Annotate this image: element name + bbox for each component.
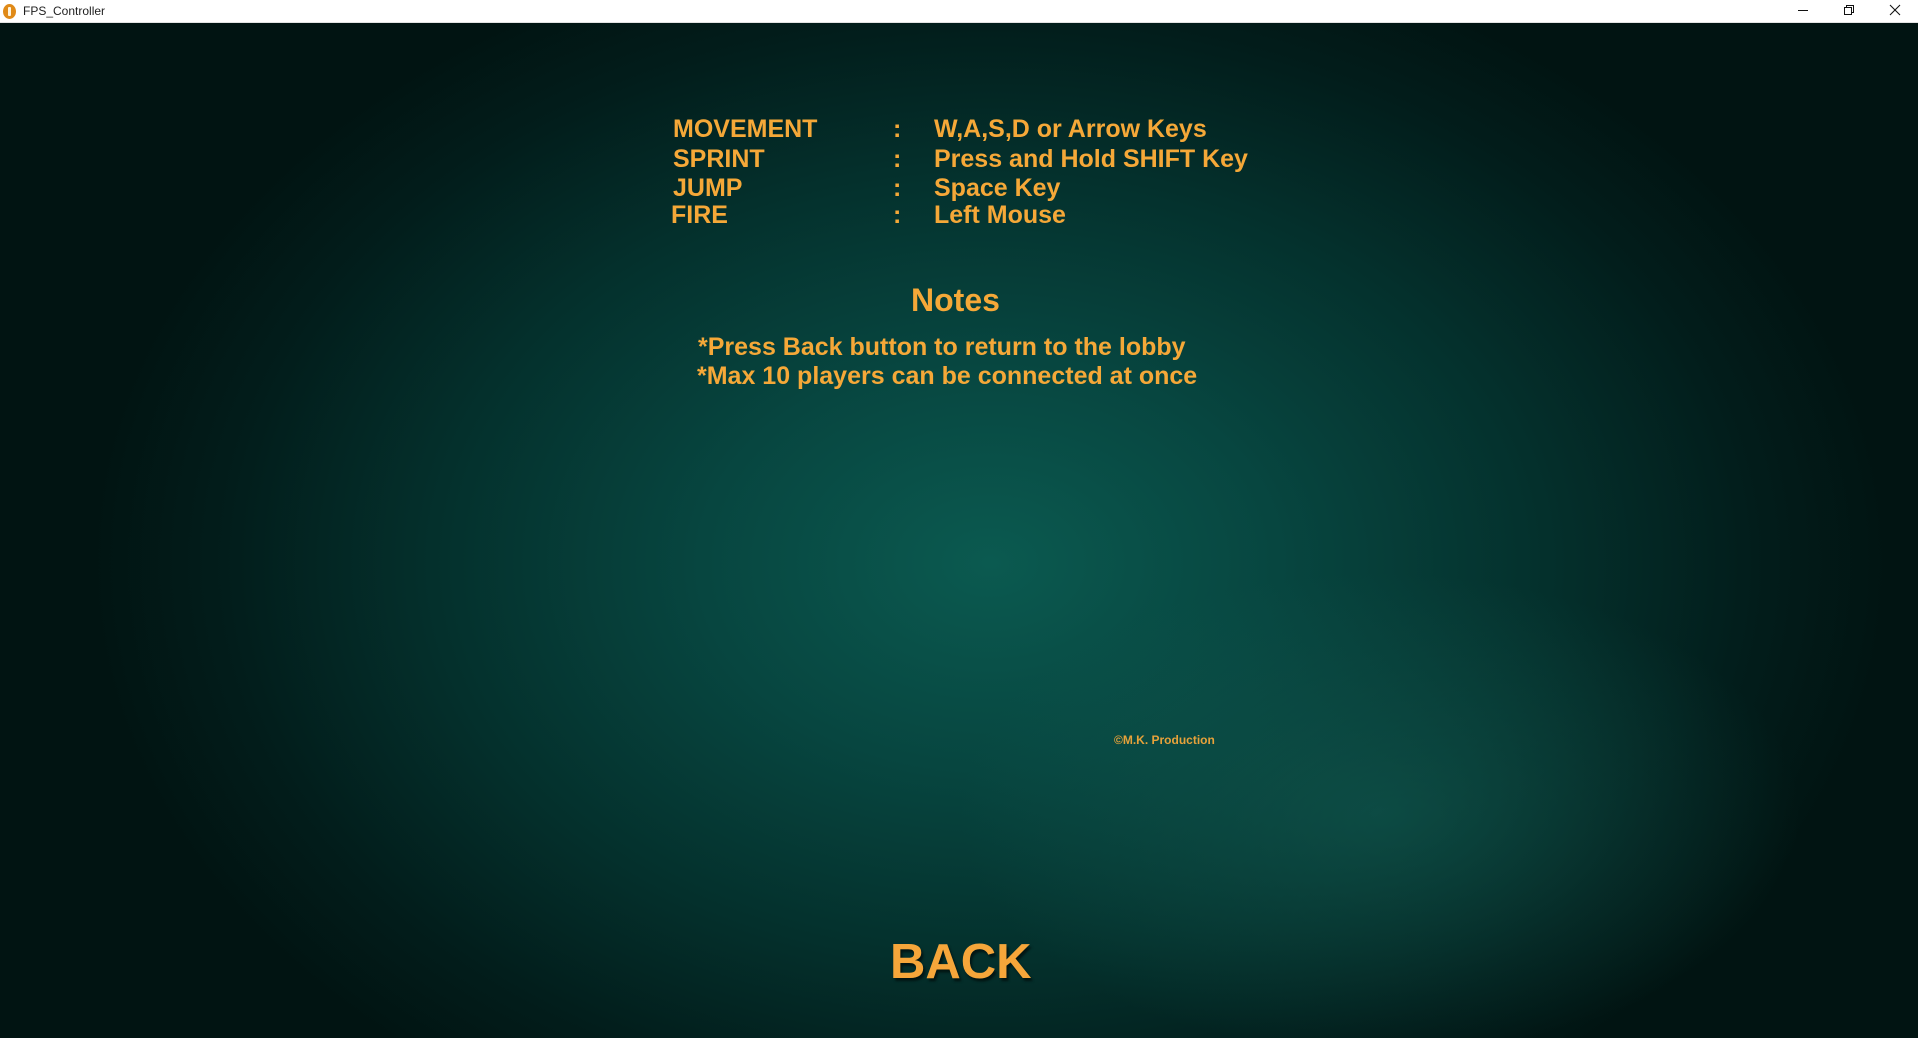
note-item: *Press Back button to return to the lobb… (698, 333, 1186, 361)
game-screen: MOVEMENT : W,A,S,D or Arrow Keys SPRINT … (0, 23, 1918, 1038)
control-action-label: SPRINT (673, 145, 765, 173)
app-icon (3, 4, 16, 19)
restore-button[interactable] (1826, 0, 1872, 22)
control-binding-label: W,A,S,D or Arrow Keys (934, 115, 1207, 143)
back-button[interactable]: BACK (890, 934, 1032, 990)
control-separator: : (893, 115, 902, 143)
minimize-button[interactable] (1780, 0, 1826, 22)
window-title: FPS_Controller (23, 4, 106, 18)
control-separator: : (893, 145, 902, 173)
notes-heading: Notes (911, 282, 1000, 318)
close-button[interactable] (1872, 0, 1918, 22)
control-binding-label: Press and Hold SHIFT Key (934, 145, 1248, 173)
note-item: *Max 10 players can be connected at once (697, 362, 1198, 390)
control-action-label: MOVEMENT (673, 115, 818, 143)
control-action-label: FIRE (671, 201, 728, 229)
window-title-bar: FPS_Controller (0, 0, 1918, 23)
minimize-icon (1798, 10, 1808, 11)
control-binding-label: Left Mouse (934, 201, 1066, 229)
control-separator: : (893, 174, 902, 202)
control-action-label: JUMP (673, 174, 743, 202)
close-icon (1889, 4, 1901, 16)
copyright-text: ©M.K. Production (1114, 733, 1215, 747)
control-binding-label: Space Key (934, 174, 1061, 202)
restore-icon (1844, 5, 1854, 15)
control-separator: : (893, 201, 902, 229)
